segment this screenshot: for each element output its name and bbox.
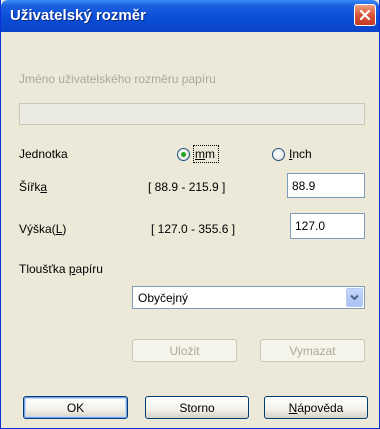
unit-option-mm-label[interactable]: mm — [195, 147, 215, 161]
unit-option-inch-label[interactable]: Inch — [289, 147, 312, 161]
close-icon — [359, 9, 371, 21]
unit-label: Jednotka — [19, 147, 68, 161]
width-range: [ 88.9 - 215.9 ] — [148, 180, 226, 194]
width-label: Šířka — [19, 180, 48, 194]
thickness-label: Tloušťka papíru — [19, 262, 103, 276]
ok-button[interactable]: OK — [23, 396, 128, 419]
title-bar[interactable]: Uživatelský rozměr — [1, 0, 379, 32]
dropdown-button[interactable] — [346, 288, 363, 307]
delete-button[interactable]: Vymazat — [260, 339, 365, 362]
radio-selected-dot — [181, 152, 186, 157]
close-button[interactable] — [354, 4, 376, 26]
height-range: [ 127.0 - 355.6 ] — [151, 222, 236, 236]
unit-radio-mm[interactable] — [177, 148, 190, 161]
dialog-window: Uživatelský rozměr Jméno uživatelského r… — [0, 0, 380, 429]
thickness-select[interactable]: Obyčejný — [132, 286, 365, 309]
height-input[interactable] — [290, 213, 365, 239]
help-button[interactable]: Nápověda — [264, 396, 368, 419]
chevron-down-icon — [350, 294, 359, 301]
cancel-button[interactable]: Storno — [145, 396, 249, 419]
window-title: Uživatelský rozměr — [10, 7, 146, 24]
thickness-select-value: Obyčejný — [138, 291, 189, 305]
unit-radio-inch[interactable] — [272, 148, 285, 161]
paper-name-input[interactable] — [19, 103, 365, 125]
paper-name-label: Jméno uživatelského rozměru papíru — [19, 72, 216, 86]
width-input[interactable] — [287, 173, 365, 198]
save-button[interactable]: Uložit — [132, 339, 237, 362]
height-label: Výška(L) — [19, 222, 67, 236]
